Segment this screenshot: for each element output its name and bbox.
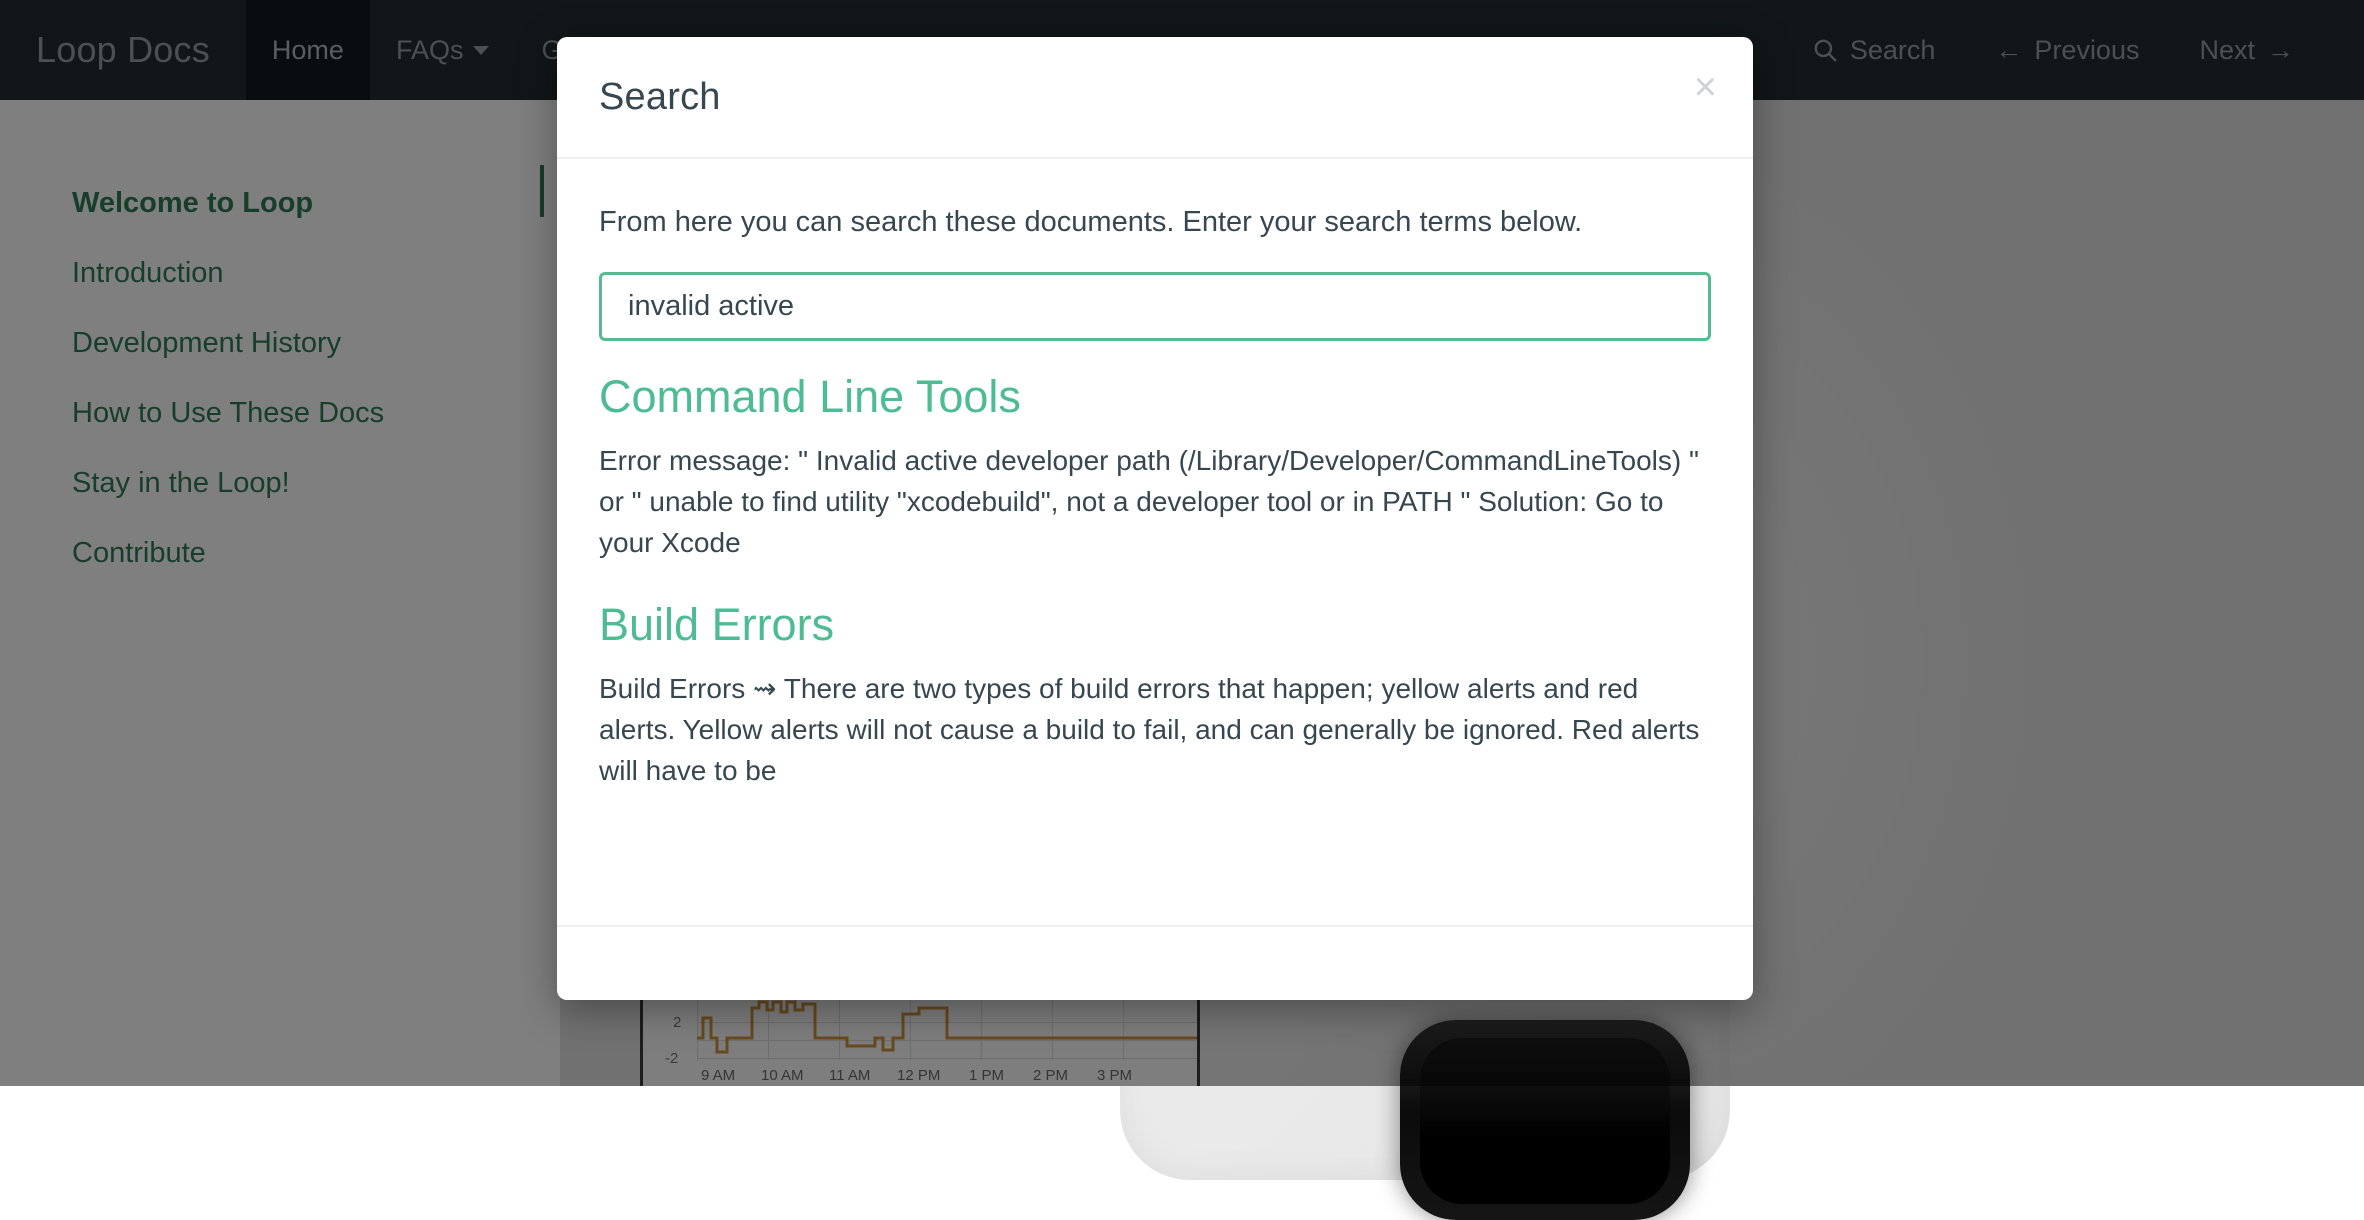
- close-icon[interactable]: ×: [1694, 67, 1717, 107]
- search-help-text: From here you can search these documents…: [599, 206, 1583, 238]
- search-input[interactable]: [599, 272, 1711, 342]
- search-modal-footer: [557, 925, 1753, 1000]
- search-result-snippet-build-errors: Build Errors ⇝ There are two types of bu…: [599, 673, 1700, 786]
- search-result-snippet-command-line-tools: Error message: " Invalid active develope…: [599, 445, 1699, 558]
- page-root: 2 -2 9 AM 10 AM 11 AM 12 PM 1 PM 2 PM 3 …: [0, 0, 2364, 1220]
- search-result-item: Command Line Tools Error message: " Inva…: [599, 369, 1711, 563]
- search-modal: Search × From here you can search these …: [557, 37, 1753, 1000]
- search-modal-title: Search: [599, 75, 721, 118]
- search-results-list: Command Line Tools Error message: " Inva…: [599, 369, 1711, 791]
- search-result-item: Build Errors Build Errors ⇝ There are tw…: [599, 597, 1711, 791]
- search-result-title-command-line-tools[interactable]: Command Line Tools: [599, 369, 1711, 425]
- search-modal-header: Search ×: [557, 37, 1753, 159]
- search-result-title-build-errors[interactable]: Build Errors: [599, 597, 1711, 653]
- search-modal-body: From here you can search these documents…: [557, 159, 1753, 925]
